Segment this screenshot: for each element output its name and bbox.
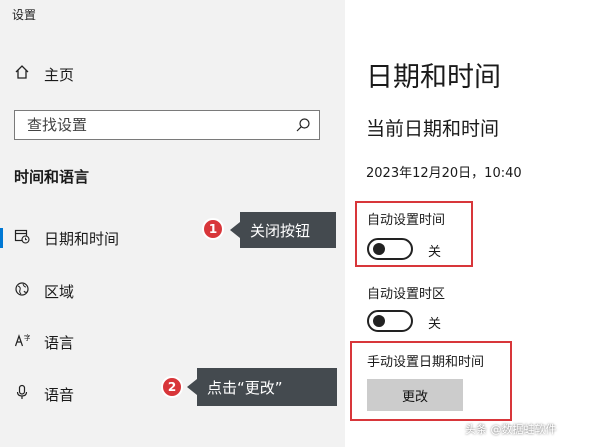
sidebar-item-label: 语言 (44, 333, 75, 352)
toggle-knob (373, 315, 385, 327)
highlight-box-manual (350, 341, 512, 421)
auto-timezone-toggle[interactable] (367, 310, 413, 332)
sidebar-item-label: 日期和时间 (44, 229, 120, 248)
search-icon[interactable] (295, 117, 311, 137)
section-title: 时间和语言 (14, 168, 90, 186)
sidebar-item-language[interactable]: 字 语言 (14, 330, 74, 354)
section-heading: 当前日期和时间 (366, 118, 500, 140)
search-input[interactable] (27, 116, 287, 134)
sidebar-item-region[interactable]: 区域 (14, 279, 74, 303)
window-title: 设置 (12, 8, 37, 22)
callout-close-toggle: 关闭按钮 (230, 212, 336, 248)
callout-click-change: 点击“更改” (187, 368, 337, 406)
sidebar-item-label: 主页 (44, 65, 75, 84)
watermark: 头条 @数据蛙软件 (465, 423, 557, 436)
svg-text:字: 字 (24, 333, 30, 342)
sidebar-item-label: 语音 (44, 385, 75, 404)
step-badge-1: 1 (202, 218, 224, 240)
sidebar-item-speech[interactable]: 语音 (14, 382, 74, 406)
globe-icon (14, 281, 30, 301)
step-badge-2: 2 (161, 376, 183, 398)
microphone-icon (14, 384, 30, 404)
current-datetime: 2023年12月20日，10:40 (366, 166, 522, 181)
calendar-clock-icon (14, 228, 30, 248)
page-title: 日期和时间 (366, 62, 501, 93)
auto-timezone-state: 关 (428, 317, 442, 332)
language-icon: 字 (14, 332, 31, 352)
sidebar-item-label: 区域 (44, 282, 75, 301)
highlight-box-auto-time (355, 201, 473, 267)
sidebar-item-home[interactable]: 主页 (14, 63, 74, 85)
sidebar-item-date-time[interactable]: 日期和时间 (0, 226, 120, 250)
home-icon (14, 64, 30, 84)
auto-timezone-label: 自动设置时区 (367, 287, 446, 302)
search-box[interactable] (14, 110, 320, 140)
